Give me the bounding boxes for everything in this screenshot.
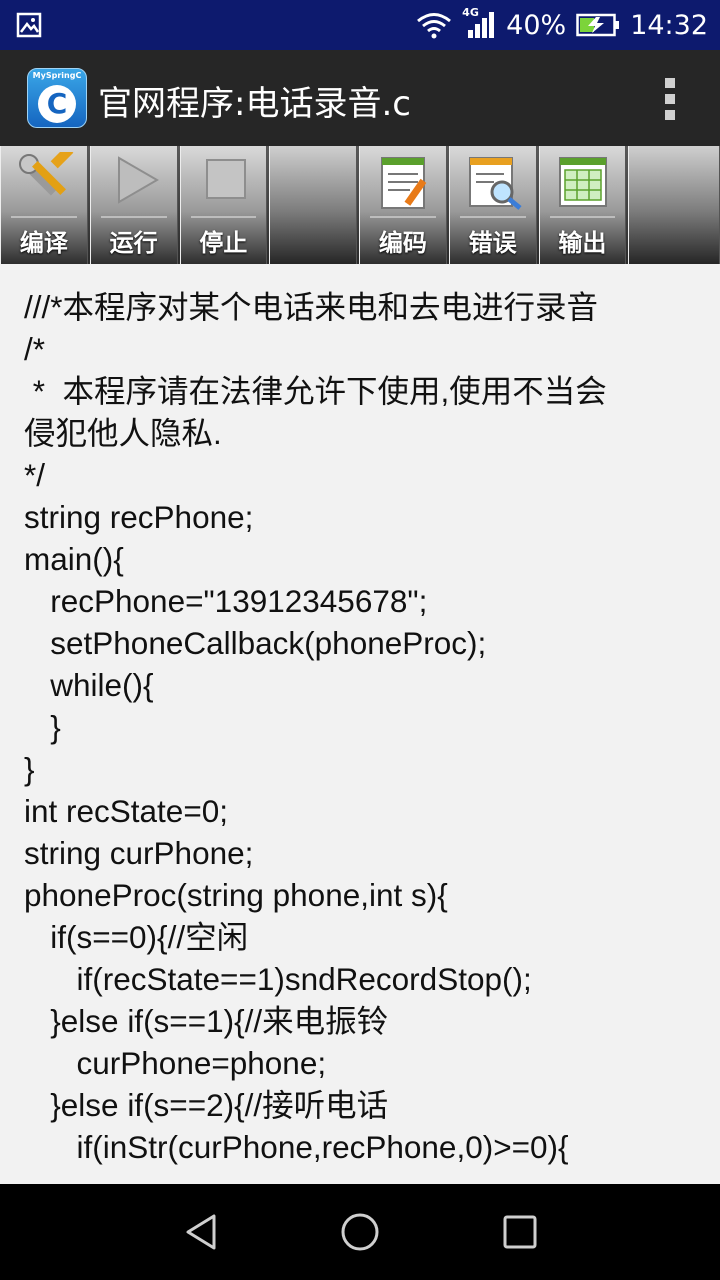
output-label: 输出 bbox=[558, 229, 607, 257]
code-line: } bbox=[24, 709, 61, 745]
code-editor[interactable]: ///*本程序对某个电话来电和去电进行录音 /* * 本程序请在法律允许下使用,… bbox=[0, 264, 720, 1184]
separator bbox=[370, 216, 436, 218]
tools-icon bbox=[19, 152, 74, 196]
play-icon bbox=[117, 156, 159, 204]
encode-label: 编码 bbox=[378, 229, 427, 257]
stop-label: 停止 bbox=[199, 229, 248, 257]
status-bar: 4G 40% 14:32 bbox=[0, 0, 720, 50]
home-icon[interactable] bbox=[336, 1208, 384, 1256]
separator bbox=[190, 216, 257, 218]
code-line: } bbox=[24, 751, 35, 787]
app-bar: MySpringC C 官网程序:电话录音.c bbox=[0, 50, 720, 146]
battery-charging-icon bbox=[576, 13, 620, 37]
code-line: }else if(s==2){//接听电话 bbox=[24, 1087, 389, 1123]
separator bbox=[100, 216, 167, 218]
separator bbox=[11, 216, 77, 218]
code-line: main(){ bbox=[24, 541, 124, 577]
compile-button[interactable]: 编译 bbox=[0, 146, 88, 264]
recents-icon[interactable] bbox=[496, 1208, 544, 1256]
code-line: recPhone="13912345678"; bbox=[24, 583, 428, 619]
code-line: phoneProc(string phone,int s){ bbox=[24, 877, 448, 913]
edit-document-icon bbox=[381, 157, 427, 209]
clock: 14:32 bbox=[630, 9, 708, 41]
page-title: 官网程序:电话录音.c bbox=[98, 84, 411, 124]
code-line: if(inStr(curPhone,recPhone,0)>=0){ bbox=[24, 1129, 569, 1165]
code-line: /* bbox=[24, 331, 46, 367]
code-line: setPhoneCallback(phoneProc); bbox=[24, 625, 487, 661]
overflow-menu-button[interactable] bbox=[660, 78, 680, 120]
stop-icon bbox=[205, 159, 246, 199]
toolbar-spacer bbox=[628, 146, 720, 264]
encode-button[interactable]: 编码 bbox=[359, 146, 447, 264]
stop-button[interactable]: 停止 bbox=[179, 146, 268, 264]
code-line: if(s==0){//空闲 bbox=[24, 919, 249, 955]
network-type-label: 4G bbox=[462, 6, 479, 19]
code-line: 侵犯他人隐私. bbox=[24, 415, 222, 451]
back-icon[interactable] bbox=[178, 1208, 226, 1256]
logo-letter: C bbox=[38, 85, 76, 123]
logo-text: MySpringC bbox=[32, 71, 82, 80]
code-line: */ bbox=[24, 457, 46, 493]
code-line: ///*本程序对某个电话来电和去电进行录音 bbox=[24, 289, 599, 325]
overflow-dot-icon bbox=[665, 78, 675, 88]
cellular-signal-icon: 4G bbox=[462, 6, 496, 40]
error-label: 错误 bbox=[468, 229, 517, 257]
app-logo: MySpringC C bbox=[27, 68, 87, 128]
code-line: while(){ bbox=[24, 667, 154, 703]
battery-percent: 40% bbox=[506, 9, 567, 41]
gallery-icon bbox=[16, 12, 42, 38]
search-document-icon bbox=[468, 157, 522, 210]
navigation-bar bbox=[0, 1184, 720, 1280]
spreadsheet-icon bbox=[558, 157, 607, 207]
toolbar-spacer bbox=[269, 146, 357, 264]
compile-label: 编译 bbox=[19, 229, 68, 257]
run-label: 运行 bbox=[109, 229, 158, 257]
separator bbox=[549, 216, 616, 218]
code-line: string curPhone; bbox=[24, 835, 254, 871]
code-line: curPhone=phone; bbox=[24, 1045, 327, 1081]
output-button[interactable]: 输出 bbox=[538, 146, 627, 264]
overflow-dot-icon bbox=[665, 110, 675, 120]
error-button[interactable]: 错误 bbox=[448, 146, 537, 264]
separator bbox=[459, 216, 526, 218]
overflow-dot-icon bbox=[665, 94, 675, 104]
code-line: int recState=0; bbox=[24, 793, 228, 829]
toolbar: 编译 运行 停止 编码 错误 输出 bbox=[0, 146, 720, 264]
code-line: * 本程序请在法律允许下使用,使用不当会 bbox=[24, 373, 607, 409]
code-line: string recPhone; bbox=[24, 499, 254, 535]
wifi-icon bbox=[417, 13, 452, 39]
run-button[interactable]: 运行 bbox=[89, 146, 178, 264]
code-line: if(recState==1)sndRecordStop(); bbox=[24, 961, 532, 997]
code-line: }else if(s==1){//来电振铃 bbox=[24, 1003, 389, 1039]
